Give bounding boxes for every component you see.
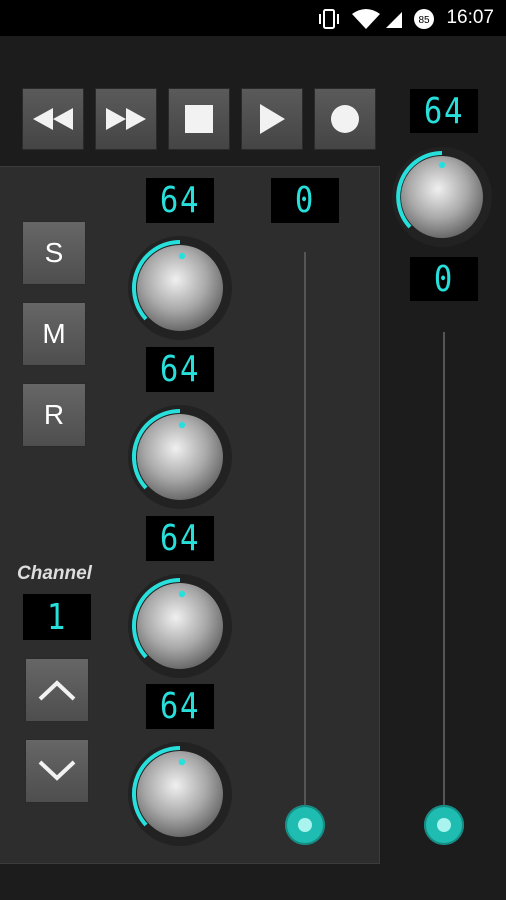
knob-display-2: 64: [146, 347, 214, 392]
rewind-icon: [33, 108, 73, 130]
battery-icon: 85: [414, 9, 434, 29]
play-button[interactable]: [241, 88, 303, 150]
channel-label: Channel: [17, 563, 92, 584]
status-icons: 85: [319, 9, 434, 29]
knob-display-3: 64: [146, 516, 214, 561]
channel-knob-1[interactable]: [126, 234, 234, 342]
channel-down-button[interactable]: [25, 739, 89, 803]
record-button[interactable]: [314, 88, 376, 150]
channel-knob-4[interactable]: [126, 740, 234, 848]
chevron-down-icon: [38, 760, 76, 781]
mute-button[interactable]: M: [22, 302, 86, 366]
channel-fader-handle[interactable]: [285, 805, 325, 845]
channel-fader-track: [304, 252, 306, 822]
vibrate-icon: [319, 9, 339, 29]
master-knob[interactable]: [390, 145, 494, 249]
play-icon: [260, 104, 285, 134]
svg-text:85: 85: [418, 15, 430, 26]
channel-knob-3[interactable]: [126, 572, 234, 680]
knob-display-1: 64: [146, 178, 214, 223]
record-arm-button[interactable]: R: [22, 383, 86, 447]
cell-signal-icon: [386, 12, 402, 28]
channel-number-display: 1: [23, 594, 91, 640]
knob-display-4: 64: [146, 684, 214, 729]
stop-button[interactable]: [168, 88, 230, 150]
stop-icon: [185, 105, 213, 133]
record-icon: [331, 105, 359, 133]
rewind-button[interactable]: [22, 88, 84, 150]
solo-button[interactable]: S: [22, 221, 86, 285]
chevron-up-icon: [38, 680, 76, 701]
fast-forward-icon: [106, 108, 146, 130]
channel-fader-display: 0: [271, 178, 339, 223]
master-fader-handle[interactable]: [424, 805, 464, 845]
fast-forward-button[interactable]: [95, 88, 157, 150]
wifi-icon: [352, 9, 380, 29]
status-bar: 85 16:07: [0, 0, 506, 36]
channel-up-button[interactable]: [25, 658, 89, 722]
master-fader-track: [443, 332, 445, 822]
status-time: 16:07: [446, 7, 494, 28]
channel-knob-2[interactable]: [126, 403, 234, 511]
master-knob-display: 64: [410, 89, 478, 133]
master-fader-display: 0: [410, 257, 478, 301]
